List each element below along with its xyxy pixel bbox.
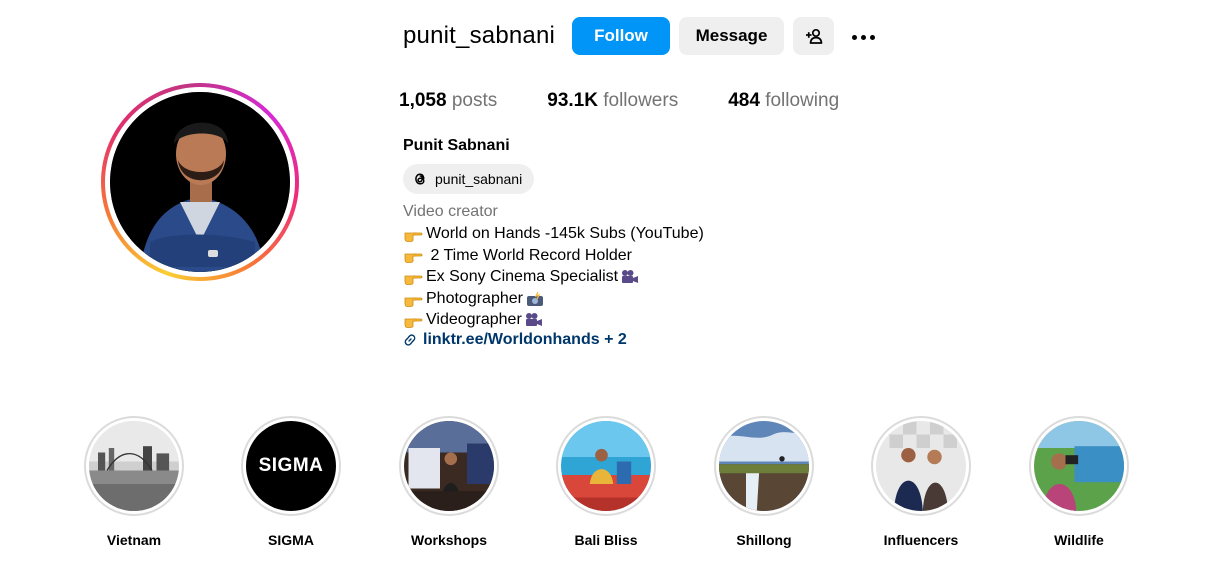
highlight-sigma[interactable]: SIGMA SIGMA bbox=[236, 416, 346, 548]
pointing-hand-icon bbox=[404, 232, 423, 242]
movie-camera-icon bbox=[525, 313, 542, 327]
threads-badge[interactable]: punit_sabnani bbox=[403, 164, 535, 194]
highlight-label: Vietnam bbox=[106, 532, 162, 548]
highlight-cover: SIGMA bbox=[246, 421, 336, 511]
highlight-shillong[interactable]: Shillong bbox=[709, 416, 819, 548]
highlight-cover bbox=[876, 421, 966, 511]
threads-handle: punit_sabnani bbox=[435, 171, 523, 187]
event-image-icon bbox=[876, 421, 966, 511]
profile-avatar[interactable] bbox=[101, 83, 299, 281]
followers-label: followers bbox=[603, 90, 679, 111]
highlight-label: SIGMA bbox=[268, 532, 314, 548]
waterfall-image-icon bbox=[719, 421, 809, 511]
highlight-label: Wildlife bbox=[1054, 532, 1104, 548]
cityscape-image-icon bbox=[89, 421, 179, 511]
highlight-cover bbox=[404, 421, 494, 511]
bio-line-text: World on Hands -145k Subs (YouTube) bbox=[426, 225, 704, 242]
highlight-ring bbox=[556, 416, 656, 516]
highlight-bali-bliss[interactable]: Bali Bliss bbox=[551, 416, 661, 548]
bio-line-text: Ex Sony Cinema Specialist bbox=[426, 268, 619, 286]
posts-stat: 1,058 posts bbox=[399, 90, 497, 112]
movie-camera-icon bbox=[622, 269, 639, 283]
highlight-workshops[interactable]: Workshops bbox=[394, 416, 504, 548]
link-icon bbox=[404, 334, 416, 346]
following-label: following bbox=[765, 90, 840, 111]
username: punit_sabnani bbox=[403, 22, 556, 49]
posts-count: 1,058 bbox=[399, 90, 447, 111]
highlight-ring bbox=[1029, 416, 1129, 516]
more-dot bbox=[860, 34, 866, 40]
threads-icon bbox=[415, 173, 425, 185]
suggest-accounts-button[interactable] bbox=[793, 17, 834, 55]
profile-stats: 1,058 posts 93.1K followers 484 followin… bbox=[399, 90, 889, 112]
bio-text: World on Hands -145k Subs (YouTube) 2 Ti… bbox=[403, 223, 704, 331]
highlight-cover bbox=[561, 421, 651, 511]
bio-link[interactable]: linktr.ee/Worldonhands + 2 bbox=[403, 331, 627, 349]
highlight-ring: SIGMA bbox=[241, 416, 341, 516]
bio-line: 2 Time World Record Holder bbox=[403, 245, 704, 267]
highlight-label: Workshops bbox=[411, 532, 487, 548]
pointing-hand-icon bbox=[404, 253, 423, 264]
follow-button[interactable]: Follow bbox=[572, 17, 670, 55]
wildlife-image-icon bbox=[1034, 421, 1124, 511]
pointing-hand-icon bbox=[404, 297, 423, 307]
highlight-ring bbox=[871, 416, 971, 516]
sigma-logo-text: SIGMA bbox=[258, 455, 324, 476]
highlight-cover bbox=[719, 421, 809, 511]
message-button[interactable]: Message bbox=[679, 17, 784, 55]
followers-stat[interactable]: 93.1K followers bbox=[547, 90, 678, 112]
bio-line-text: Photographer bbox=[426, 289, 523, 307]
avatar-photo bbox=[110, 92, 290, 272]
more-options-button[interactable] bbox=[848, 26, 878, 48]
bio-line-text: 2 Time World Record Holder bbox=[426, 246, 632, 264]
followers-count: 93.1K bbox=[547, 90, 598, 111]
posts-label: posts bbox=[451, 90, 498, 111]
highlight-label: Bali Bliss bbox=[574, 532, 638, 548]
more-options-icon bbox=[851, 34, 857, 40]
full-name: Punit Sabnani bbox=[403, 137, 510, 154]
highlight-label: Shillong bbox=[736, 532, 792, 548]
highlight-influencers[interactable]: Influencers bbox=[866, 416, 976, 548]
highlight-vietnam[interactable]: Vietnam bbox=[79, 416, 189, 548]
pointing-hand-icon bbox=[404, 318, 423, 329]
beach-image-icon bbox=[561, 421, 651, 511]
bio-line: World on Hands -145k Subs (YouTube) bbox=[403, 223, 704, 245]
camera-with-flash-icon bbox=[526, 291, 543, 306]
profile-category: Video creator bbox=[403, 203, 498, 220]
avatar-border bbox=[105, 87, 295, 277]
workshop-image-icon bbox=[404, 421, 494, 511]
person-plus-icon bbox=[805, 28, 822, 44]
highlight-cover bbox=[89, 421, 179, 511]
highlight-ring bbox=[714, 416, 814, 516]
bio-line-text: Videographer bbox=[426, 311, 522, 329]
following-count: 484 bbox=[728, 90, 760, 111]
bio-link-text: linktr.ee/Worldonhands + 2 bbox=[423, 331, 627, 348]
highlight-label: Influencers bbox=[883, 532, 959, 548]
highlight-ring bbox=[399, 416, 499, 516]
bio-line: Ex Sony Cinema Specialist bbox=[403, 266, 704, 288]
more-dot bbox=[869, 34, 875, 40]
avatar-portrait-icon bbox=[110, 92, 290, 272]
bio-line: Photographer bbox=[403, 288, 704, 310]
highlight-ring bbox=[84, 416, 184, 516]
highlight-cover bbox=[1034, 421, 1124, 511]
pointing-hand-icon bbox=[404, 275, 423, 285]
following-stat[interactable]: 484 following bbox=[728, 90, 839, 112]
highlight-wildlife[interactable]: Wildlife bbox=[1024, 416, 1134, 548]
bio-line: Videographer bbox=[403, 309, 704, 331]
